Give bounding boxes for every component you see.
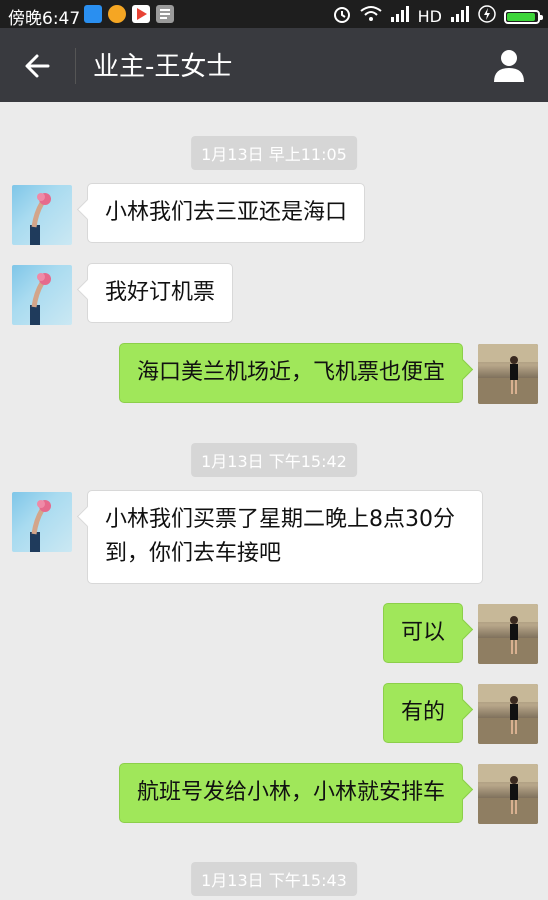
received-message[interactable]: 小林我们买票了星期二晚上8点30分到，你们去车接吧 — [87, 490, 483, 584]
alarm-icon — [332, 4, 352, 29]
status-bar: 傍晚6:47 HD — [0, 0, 548, 29]
chat-title: 业主-王女士 — [93, 52, 233, 82]
message-timestamp: 1月13日 下午15:43 — [191, 862, 357, 896]
back-arrow-icon[interactable] — [20, 48, 56, 84]
sent-message[interactable]: 航班号发给小林，小林就安排车 — [118, 763, 463, 823]
notification-icons — [84, 5, 174, 23]
contact-avatar[interactable] — [12, 185, 72, 245]
signal-icon — [390, 6, 410, 27]
app-notification-icon — [84, 5, 102, 23]
chat-area[interactable]: 1月13日 早上11:05 小林我们去三亚还是海口 我好订机票 海口美兰机场近，… — [0, 102, 548, 900]
contact-avatar[interactable] — [12, 492, 72, 552]
user-avatar[interactable] — [478, 684, 538, 744]
weibo-icon — [108, 5, 126, 23]
message-timestamp: 1月13日 下午15:42 — [191, 443, 357, 477]
profile-icon[interactable] — [490, 46, 528, 84]
signal-icon-2 — [450, 6, 470, 27]
document-icon — [156, 5, 174, 23]
user-avatar[interactable] — [478, 764, 538, 824]
sent-message[interactable]: 海口美兰机场近，飞机票也便宜 — [118, 343, 463, 403]
contact-avatar[interactable] — [12, 265, 72, 325]
chat-header: 业主-王女士 — [0, 28, 548, 102]
user-avatar[interactable] — [478, 604, 538, 664]
user-avatar[interactable] — [478, 344, 538, 404]
network-type: HD — [417, 7, 442, 26]
message-timestamp: 1月13日 早上11:05 — [191, 136, 357, 170]
wifi-icon — [360, 5, 382, 28]
play-store-icon — [132, 5, 150, 23]
received-message[interactable]: 我好订机票 — [87, 263, 234, 323]
status-time: 傍晚6:47 — [8, 9, 81, 29]
received-message[interactable]: 小林我们去三亚还是海口 — [87, 183, 366, 243]
header-divider — [75, 48, 76, 84]
sent-message[interactable]: 有的 — [382, 683, 463, 743]
charging-icon — [478, 5, 496, 28]
sent-message[interactable]: 可以 — [382, 603, 463, 663]
battery-icon — [504, 9, 543, 24]
